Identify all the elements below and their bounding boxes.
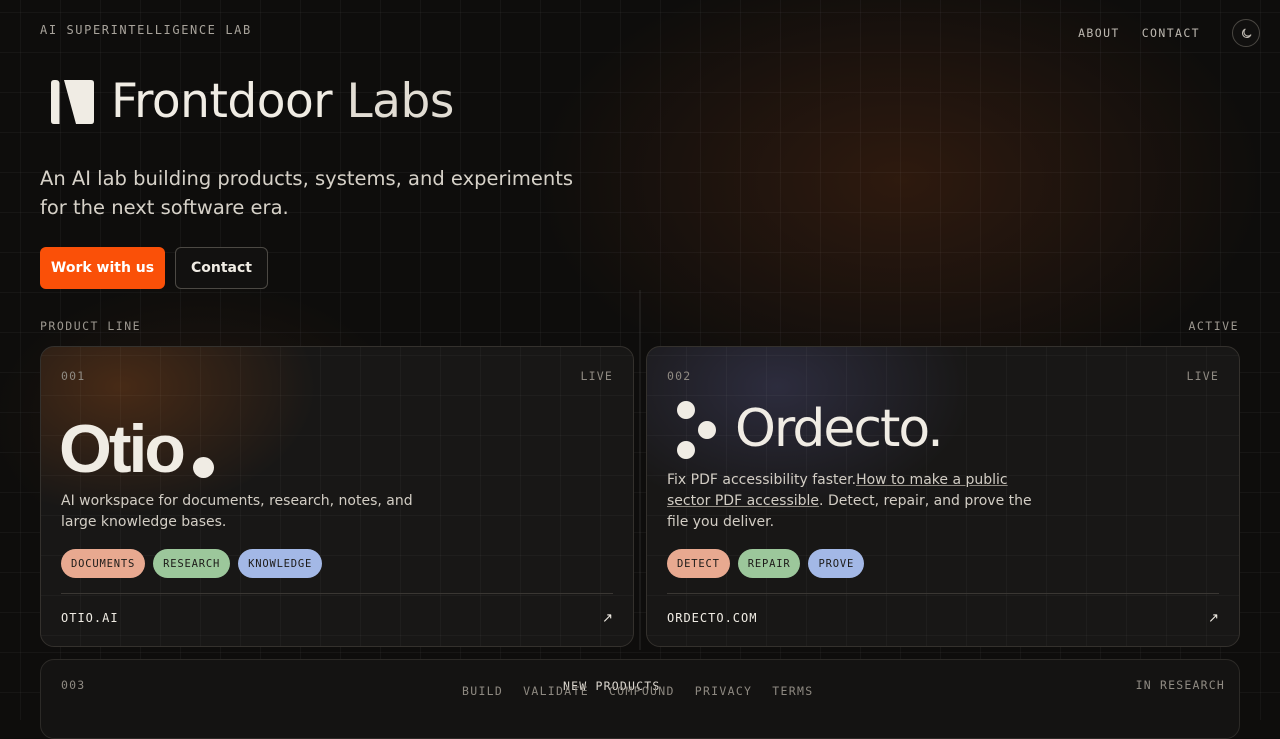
card-description: Fix PDF accessibility faster.How to make…: [667, 470, 1047, 533]
moon-icon: [1241, 28, 1251, 38]
tag-repair: REPAIR: [737, 549, 801, 578]
card-tags: DOCUMENTS RESEARCH KNOWLEDGE: [61, 549, 323, 578]
card-divider: [667, 593, 1219, 594]
otio-logo-dot-icon: [193, 457, 214, 478]
product-line-status: ACTIVE: [1188, 319, 1239, 333]
tag-research: RESEARCH: [153, 549, 231, 578]
card-number: 001: [61, 369, 86, 383]
footer-link-privacy[interactable]: PRIVACY: [695, 684, 753, 698]
frontdoor-logo-icon: [51, 80, 94, 124]
otio-wordmark: Otio: [59, 411, 186, 487]
grid-divider: [639, 290, 641, 650]
work-with-us-button[interactable]: Work with us: [40, 247, 165, 289]
brand-name-suffix: Labs: [346, 74, 455, 129]
tag-documents: DOCUMENTS: [61, 549, 146, 578]
product-card-otio[interactable]: 001 LIVE Otio AI workspace for documents…: [40, 346, 634, 647]
external-arrow-icon[interactable]: ↗: [1208, 611, 1219, 626]
card-description: AI workspace for documents, research, no…: [61, 493, 413, 530]
tag-knowledge: KNOWLEDGE: [238, 549, 323, 578]
hero-cta-group: Work with us Contact: [40, 247, 268, 289]
top-nav: ABOUT CONTACT: [1078, 19, 1260, 47]
nav-about-link[interactable]: ABOUT: [1078, 26, 1120, 40]
contact-button[interactable]: Contact: [175, 247, 268, 289]
brand-name: Frontdoor Labs: [111, 78, 454, 126]
product-card-new[interactable]: 003 NEW PRODUCTS IN RESEARCH: [40, 659, 1240, 739]
description-lead: Fix PDF accessibility faster.: [667, 472, 857, 488]
ordecto-site-link[interactable]: ORDECTO.COM: [667, 611, 757, 625]
footer-link-build[interactable]: BUILD: [462, 684, 503, 698]
tag-prove: PROVE: [808, 549, 865, 578]
nav-contact-link[interactable]: CONTACT: [1142, 26, 1200, 40]
card-status: LIVE: [1186, 369, 1219, 383]
ordecto-wordmark: Ordecto.: [735, 399, 944, 459]
otio-site-link[interactable]: OTIO.AI: [61, 611, 119, 625]
footer-link-terms[interactable]: TERMS: [772, 684, 813, 698]
ordecto-logo-icon: [677, 401, 716, 459]
product-line-label: PRODUCT LINE: [40, 319, 142, 333]
footer-link-compound[interactable]: COMPOUND: [609, 684, 675, 698]
footer-link-validate[interactable]: VALIDATE: [523, 684, 589, 698]
brand-name-primary: Frontdoor: [111, 74, 333, 129]
lab-kicker: AI SUPERINTELLIGENCE LAB: [40, 23, 252, 37]
card-status: IN RESEARCH: [1135, 678, 1225, 692]
card-divider: [61, 593, 613, 594]
theme-toggle-button[interactable]: [1232, 19, 1260, 47]
hero-tagline: An AI lab building products, systems, an…: [40, 167, 574, 219]
card-tags: DETECT REPAIR PROVE: [667, 549, 865, 578]
card-status: LIVE: [580, 369, 613, 383]
product-card-ordecto[interactable]: 002 LIVE Ordecto. Fix PDF accessibility …: [646, 346, 1240, 647]
card-number: 002: [667, 369, 692, 383]
external-arrow-icon[interactable]: ↗: [602, 611, 613, 626]
tag-detect: DETECT: [667, 549, 730, 578]
brand-lockup[interactable]: Frontdoor Labs: [50, 78, 454, 126]
card-number: 003: [61, 678, 86, 692]
footer-nav: BUILD VALIDATE COMPOUND PRIVACY TERMS: [462, 684, 833, 698]
